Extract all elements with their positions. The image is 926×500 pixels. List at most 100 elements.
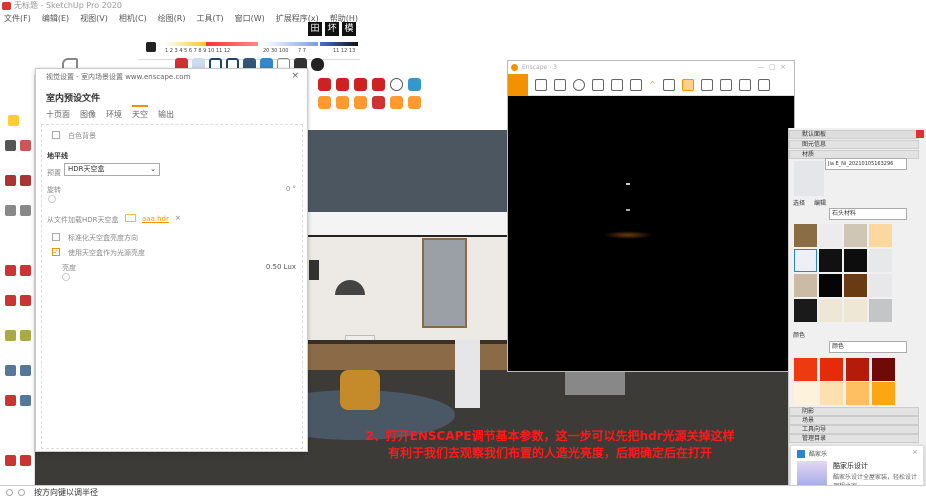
geo-location-icon[interactable] bbox=[6, 489, 13, 496]
material-swatch[interactable] bbox=[819, 224, 842, 247]
view-toggle-3[interactable]: 模 bbox=[342, 22, 356, 36]
shadows-section[interactable]: 阴影 bbox=[789, 407, 919, 416]
line-icon[interactable] bbox=[5, 175, 16, 186]
scale-icon[interactable] bbox=[20, 295, 31, 306]
orbit-icon[interactable] bbox=[5, 365, 16, 376]
pushpull-icon[interactable] bbox=[20, 265, 31, 276]
material-swatch[interactable] bbox=[869, 274, 892, 297]
material-swatch[interactable] bbox=[844, 299, 867, 322]
material-swatch-selected[interactable] bbox=[794, 249, 817, 272]
walk-icon[interactable] bbox=[20, 395, 31, 406]
link-icon[interactable] bbox=[535, 78, 547, 91]
material-name-input[interactable]: Jia E_Ni_20210105163296 bbox=[825, 158, 907, 170]
info-icon[interactable] bbox=[18, 489, 25, 496]
screenshot-icon[interactable] bbox=[630, 78, 642, 91]
plugin-icon-12[interactable] bbox=[408, 96, 421, 109]
menu-view[interactable]: 视图(V) bbox=[80, 12, 108, 26]
white-background-checkbox[interactable] bbox=[52, 131, 60, 139]
binoculars-icon[interactable] bbox=[573, 78, 585, 91]
normalize-checkbox[interactable] bbox=[52, 233, 60, 241]
footprints-icon[interactable] bbox=[311, 58, 324, 71]
hdr-file-link[interactable]: aaa.hdr bbox=[142, 215, 169, 223]
material-swatch[interactable] bbox=[844, 274, 867, 297]
enscape-tool-icon[interactable] bbox=[8, 115, 19, 126]
material-swatch[interactable] bbox=[794, 299, 817, 322]
move-icon[interactable] bbox=[5, 265, 16, 276]
clear-hdr-icon[interactable]: × bbox=[175, 214, 181, 222]
clapper-icon[interactable] bbox=[611, 78, 623, 91]
plugin-icon-11[interactable] bbox=[390, 96, 403, 109]
eraser-tool-icon[interactable] bbox=[20, 140, 31, 151]
feedback-icon[interactable] bbox=[757, 78, 770, 91]
color-swatch[interactable] bbox=[820, 358, 843, 381]
bell-icon[interactable] bbox=[592, 78, 604, 91]
tab-output[interactable]: 输出 bbox=[158, 109, 174, 122]
plugin-icon-6[interactable] bbox=[408, 78, 421, 91]
folder-icon[interactable] bbox=[125, 214, 136, 222]
circle-icon[interactable] bbox=[20, 205, 31, 216]
upload-icon[interactable] bbox=[738, 78, 751, 91]
color-swatch[interactable] bbox=[872, 382, 895, 405]
tab-sky[interactable]: 天空 bbox=[132, 105, 148, 122]
skybox-preset-select[interactable]: HDR天空盒 ⌄ bbox=[64, 163, 160, 176]
plugin-icon-1[interactable] bbox=[318, 78, 331, 91]
rectangle-icon[interactable] bbox=[5, 205, 16, 216]
select-icon[interactable] bbox=[5, 140, 16, 151]
material-swatch[interactable] bbox=[819, 299, 842, 322]
plugin-icon-2[interactable] bbox=[336, 78, 349, 91]
color-swatch[interactable] bbox=[794, 382, 817, 405]
material-swatch[interactable] bbox=[844, 224, 867, 247]
color-swatch[interactable] bbox=[872, 358, 895, 381]
material-swatch[interactable] bbox=[794, 274, 817, 297]
color-swatch[interactable] bbox=[820, 382, 843, 405]
tab-image[interactable]: 图像 bbox=[80, 109, 96, 122]
rotation-slider-knob[interactable] bbox=[48, 195, 56, 203]
menu-file[interactable]: 文件(F) bbox=[4, 12, 31, 26]
vr-icon[interactable] bbox=[719, 78, 732, 91]
materials-icon[interactable] bbox=[700, 78, 713, 91]
tab-edit[interactable]: 编辑 bbox=[814, 198, 826, 207]
color-library-select[interactable]: 颜色 bbox=[829, 341, 907, 353]
material-swatch[interactable] bbox=[819, 249, 842, 272]
tab-environment[interactable]: 环境 bbox=[106, 109, 122, 122]
plugin-icon-10[interactable] bbox=[372, 96, 385, 109]
close-icon[interactable]: × bbox=[291, 71, 299, 81]
material-swatch[interactable] bbox=[844, 249, 867, 272]
arc-icon[interactable] bbox=[20, 175, 31, 186]
asset-icon[interactable] bbox=[662, 78, 675, 91]
home-icon[interactable] bbox=[508, 73, 528, 96]
brightness-slider-knob[interactable] bbox=[62, 273, 70, 281]
view-toggle-1[interactable]: 田 bbox=[308, 22, 322, 36]
plugin-left-icon-1[interactable] bbox=[5, 455, 16, 466]
tape-icon[interactable] bbox=[5, 330, 16, 341]
tab-preset[interactable]: 十页面 bbox=[46, 109, 70, 122]
zoom-extents-left-icon[interactable] bbox=[5, 395, 16, 406]
color-swatch[interactable] bbox=[846, 382, 869, 405]
material-swatch[interactable] bbox=[869, 249, 892, 272]
view-toggle-2[interactable]: 坏 bbox=[325, 22, 339, 36]
use-skybox-light-checkbox[interactable]: ✓ bbox=[52, 248, 60, 256]
pan-icon[interactable] bbox=[20, 365, 31, 376]
material-swatch[interactable] bbox=[869, 224, 892, 247]
plugin-icon-7[interactable] bbox=[318, 96, 331, 109]
material-swatch[interactable] bbox=[819, 274, 842, 297]
menu-draw[interactable]: 绘图(R) bbox=[158, 12, 186, 26]
plugin-icon-3[interactable] bbox=[354, 78, 367, 91]
expand-icon[interactable]: ^ bbox=[649, 80, 656, 89]
visual-settings-icon[interactable] bbox=[681, 78, 694, 91]
library-select[interactable]: 石头材料 bbox=[829, 208, 907, 220]
color-swatch[interactable] bbox=[794, 358, 817, 381]
menu-tools[interactable]: 工具(T) bbox=[197, 12, 224, 26]
tab-select[interactable]: 选择 bbox=[793, 198, 805, 207]
color-swatch[interactable] bbox=[846, 358, 869, 381]
plugin-icon-9[interactable] bbox=[354, 96, 367, 109]
plugin-left-icon-2[interactable] bbox=[20, 455, 31, 466]
toast-close-icon[interactable]: × bbox=[912, 448, 918, 456]
material-swatch[interactable] bbox=[869, 299, 892, 322]
level-icon[interactable] bbox=[554, 78, 566, 91]
outliner-section[interactable]: 管理目录 bbox=[789, 434, 919, 443]
plugin-icon-4[interactable] bbox=[372, 78, 385, 91]
scenes-section[interactable]: 场景 bbox=[789, 416, 919, 425]
menu-window[interactable]: 窗口(W) bbox=[235, 12, 265, 26]
close-tray-icon[interactable] bbox=[916, 130, 924, 138]
